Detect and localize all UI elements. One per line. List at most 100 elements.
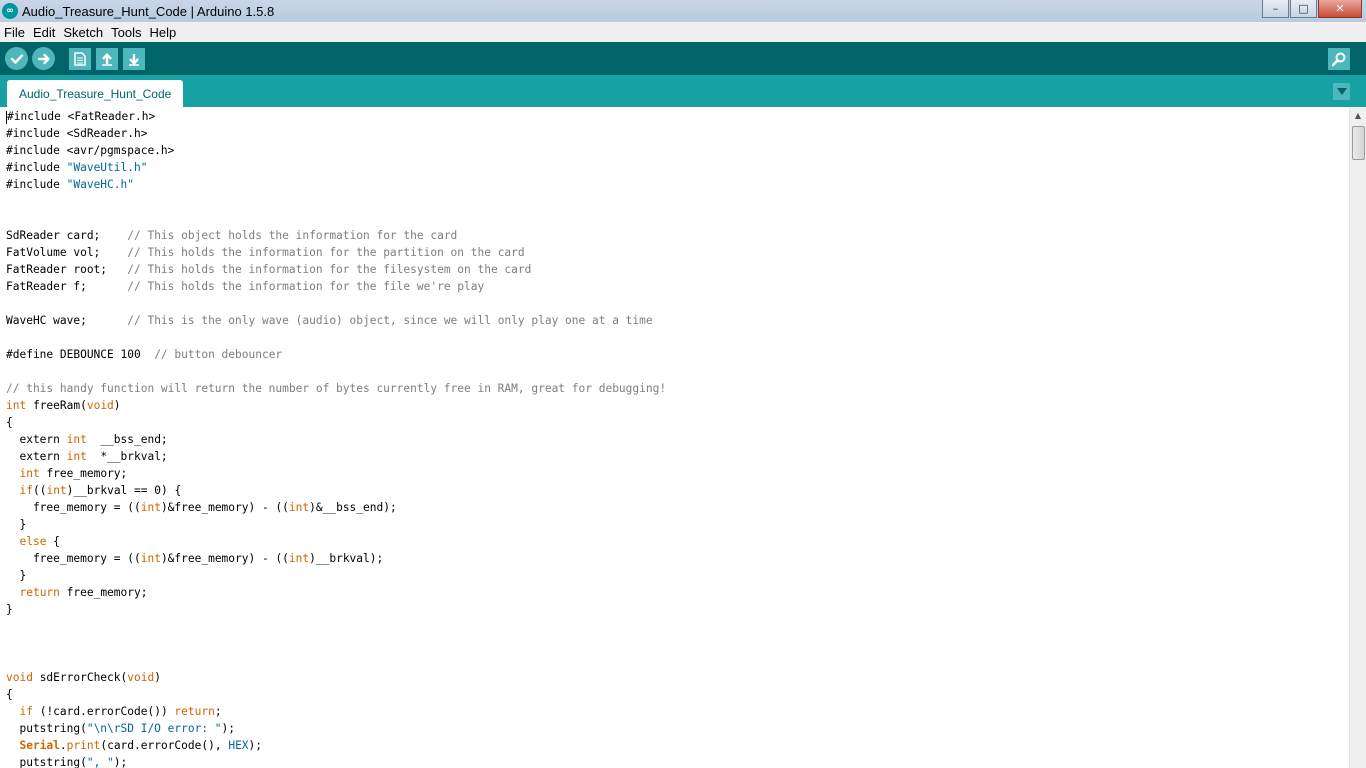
code-token: . <box>59 739 67 752</box>
code-token: sdErrorCheck( <box>32 671 128 684</box>
code-token: putstring( <box>6 722 87 735</box>
code-token: (!card.errorCode()) <box>32 705 175 718</box>
code-token: #include <SdReader.h> <box>6 127 148 140</box>
triangle-down-icon <box>1336 88 1347 95</box>
code-editor[interactable]: #include <FatReader.h> #include <SdReader… <box>0 107 1349 768</box>
code-token: int <box>288 552 310 565</box>
code-line: return free_memory; <box>6 584 666 601</box>
code-token: ; <box>214 705 222 718</box>
code-token: { <box>6 688 13 701</box>
code-line: Serial.print(card.errorCode(), HEX); <box>6 737 666 754</box>
code-line: FatReader f; // This holds the informati… <box>6 278 666 295</box>
code-token: // this handy function will return the n… <box>6 382 667 395</box>
serial-monitor-button[interactable] <box>1328 48 1350 70</box>
minimize-button[interactable]: – <box>1262 0 1289 18</box>
code-token: int <box>140 501 161 514</box>
upload-button[interactable] <box>32 47 55 70</box>
code-line: void sdErrorCheck(void) <box>6 669 666 686</box>
code-token: #define DEBOUNCE 100 <box>6 348 155 361</box>
code-line: free_memory = ((int)&free_memory) - ((in… <box>6 550 666 567</box>
code-line: else { <box>6 533 666 550</box>
arduino-logo-icon: ∞ <box>2 3 18 19</box>
code-token: extern <box>6 433 67 446</box>
code-line: } <box>6 516 666 533</box>
menu-edit[interactable]: Edit <box>33 25 55 40</box>
code-token: #include <box>6 161 67 174</box>
new-document-icon <box>74 51 86 66</box>
code-line: extern int __bss_end; <box>6 431 666 448</box>
menu-sketch[interactable]: Sketch <box>63 25 103 40</box>
menu-help[interactable]: Help <box>149 25 176 40</box>
code-token: ); <box>221 722 236 735</box>
code-token: { <box>6 416 13 429</box>
code-token: void <box>127 671 155 684</box>
code-token: } <box>6 569 27 582</box>
menu-file[interactable]: File <box>4 25 25 40</box>
code-token: void <box>86 399 114 412</box>
code-line: // this handy function will return the n… <box>6 380 666 397</box>
code-token: // button debouncer <box>154 348 283 361</box>
code-line: } <box>6 567 666 584</box>
code-line: FatVolume vol; // This holds the informa… <box>6 244 666 261</box>
code-token: int <box>288 501 310 514</box>
code-token: putstring( <box>6 756 87 768</box>
scroll-up-arrow-icon[interactable]: ▲ <box>1350 107 1366 124</box>
code-token: // This is the only wave (audio) object,… <box>127 314 653 327</box>
code-token: ); <box>248 739 263 752</box>
code-token: )&__bss_end); <box>309 501 397 514</box>
code-token: *__brkval; <box>86 450 168 463</box>
code-token: free_memory; <box>59 586 148 599</box>
maximize-button[interactable]: □ <box>1290 0 1317 18</box>
window-title-bar[interactable]: ∞ Audio_Treasure_Hunt_Code | Arduino 1.5… <box>0 0 1366 22</box>
code-token: ) <box>113 399 121 412</box>
code-token: )__brkval); <box>309 552 384 565</box>
code-token: int <box>66 433 87 446</box>
code-token: #include <box>6 178 67 191</box>
code-token: WaveHC wave; <box>6 314 128 327</box>
code-text[interactable]: #include <FatReader.h> #include <SdReader… <box>6 108 666 768</box>
code-token: int <box>6 399 27 412</box>
code-token: else <box>19 535 47 548</box>
code-token: free_memory = (( <box>6 552 141 565</box>
code-line: { <box>6 414 666 431</box>
code-line: FatReader root; // This holds the inform… <box>6 261 666 278</box>
code-line: #define DEBOUNCE 100 // button debouncer <box>6 346 666 363</box>
code-token: int <box>140 552 161 565</box>
code-token: free_memory; <box>39 467 128 480</box>
vertical-scrollbar[interactable]: ▲ <box>1349 107 1366 768</box>
menu-tools[interactable]: Tools <box>111 25 141 40</box>
code-token: )&free_memory) - (( <box>160 501 289 514</box>
code-token: #include <FatReader.h> <box>7 110 156 123</box>
code-token: free_memory = (( <box>6 501 141 514</box>
code-token: "WaveUtil.h" <box>66 161 148 174</box>
code-token: if <box>19 484 33 497</box>
code-token: Serial <box>19 739 60 752</box>
magnifier-icon <box>1331 52 1346 67</box>
code-line: int freeRam(void) <box>6 397 666 414</box>
new-sketch-button[interactable] <box>69 47 91 70</box>
tab-audio-treasure-hunt-code[interactable]: Audio_Treasure_Hunt_Code <box>7 80 184 107</box>
tab-menu-button[interactable] <box>1333 83 1350 100</box>
open-sketch-button[interactable] <box>96 47 118 70</box>
code-line: } <box>6 601 666 618</box>
close-button[interactable]: ✕ <box>1318 0 1362 18</box>
scroll-thumb[interactable] <box>1352 126 1365 160</box>
code-token: FatVolume vol; <box>6 246 128 259</box>
arrow-up-icon <box>102 52 112 66</box>
code-token: __bss_end; <box>86 433 168 446</box>
verify-button[interactable] <box>5 47 28 70</box>
code-token: ); <box>113 756 128 768</box>
save-sketch-button[interactable] <box>123 47 145 70</box>
code-token: int <box>46 484 67 497</box>
code-token: void <box>6 671 33 684</box>
window-title: Audio_Treasure_Hunt_Code | Arduino 1.5.8 <box>22 3 275 19</box>
code-token: "WaveHC.h" <box>66 178 134 191</box>
code-token: if <box>19 705 33 718</box>
code-token: "\n\rSD I/O error: " <box>86 722 222 735</box>
